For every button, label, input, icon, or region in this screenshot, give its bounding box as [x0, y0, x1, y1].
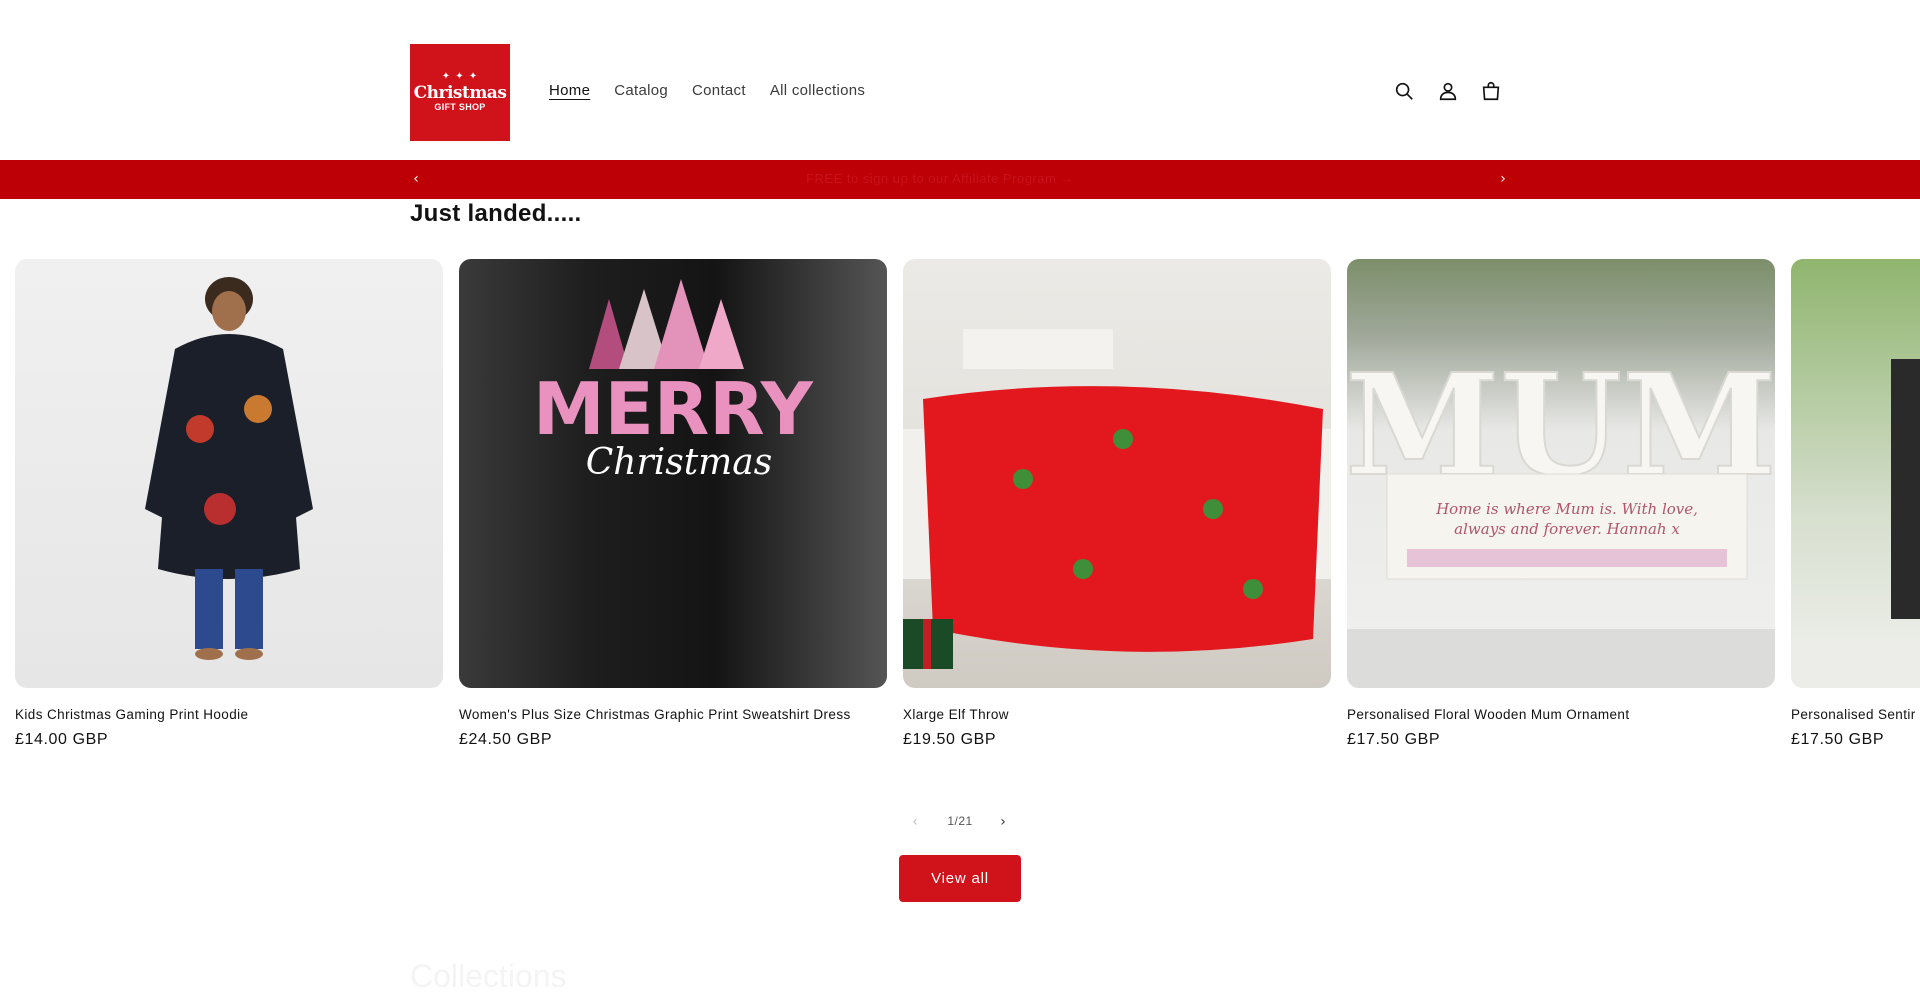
slider-next-button[interactable]: › [993, 812, 1013, 832]
product-price: £24.50 GBP [459, 731, 553, 748]
product-title[interactable]: Personalised Sentir [1791, 707, 1920, 722]
product-image[interactable] [903, 259, 1331, 688]
product-price: £14.00 GBP [15, 731, 109, 748]
product-image[interactable] [15, 259, 443, 688]
product-card[interactable]: Personalised Sentir £17.50 GBP [1791, 259, 1920, 749]
nav-item-home[interactable]: Home [549, 82, 590, 99]
nav-item-contact[interactable]: Contact [692, 82, 746, 99]
product-price: £17.50 GBP [1791, 731, 1885, 748]
store-logo[interactable]: ✦ ✦ ✦ Christmas GIFT SHOP [410, 44, 510, 141]
nav-item-catalog[interactable]: Catalog [614, 82, 668, 99]
slider-counter: 1/21 [947, 814, 973, 828]
sweatshirt-illustration: MERRY Christmas [533, 279, 814, 483]
sleigh-icon: ✦ ✦ ✦ [441, 71, 479, 82]
product-title[interactable]: Xlarge Elf Throw [903, 707, 1331, 722]
product-card[interactable]: MUM Home is where Mum is. With love, alw… [1347, 259, 1775, 749]
announcement-text[interactable]: FREE to sign up to our Affiliate Program… [0, 171, 1880, 186]
mum-ornament-illustration: MUM Home is where Mum is. With love, alw… [1347, 343, 1775, 688]
product-price: £17.50 GBP [1347, 731, 1441, 748]
product-title[interactable]: Kids Christmas Gaming Print Hoodie [15, 707, 443, 722]
frame-illustration [1791, 359, 1920, 688]
product-image[interactable]: MERRY Christmas [459, 259, 887, 688]
next-section-title: Collections [410, 958, 567, 993]
product-price: £19.50 GBP [903, 731, 997, 748]
ornament-message-line-1: Home is where Mum is. With love, [1435, 500, 1698, 518]
product-image[interactable]: MUM Home is where Mum is. With love, alw… [1347, 259, 1775, 688]
product-title[interactable]: Personalised Floral Wooden Mum Ornament [1347, 707, 1775, 722]
ornament-message-line-2: always and forever. Hannah x [1454, 520, 1680, 538]
hoodie-illustration [145, 277, 313, 660]
product-card[interactable]: Kids Christmas Gaming Print Hoodie £14.0… [15, 259, 443, 749]
logo-line-2: GIFT SHOP [434, 102, 486, 112]
account-icon[interactable] [1435, 78, 1461, 104]
section-title: Just landed..... [410, 200, 582, 227]
search-icon[interactable] [1391, 78, 1417, 104]
product-title[interactable]: Women's Plus Size Christmas Graphic Prin… [459, 707, 887, 722]
print-merry: MERRY [533, 367, 814, 451]
slider-controls: ‹ 1/21 › [900, 812, 1020, 832]
slider-prev-button[interactable]: ‹ [905, 812, 925, 832]
site-header: ✦ ✦ ✦ Christmas GIFT SHOP Home Catalog C… [0, 0, 1920, 160]
product-image[interactable] [1791, 259, 1920, 688]
cart-icon[interactable] [1478, 78, 1504, 104]
print-christmas: Christmas [586, 442, 772, 483]
logo-line-1: Christmas [413, 83, 507, 103]
view-all-button[interactable]: View all [899, 855, 1021, 902]
announcement-next-button[interactable]: › [1493, 168, 1513, 190]
main-nav: Home Catalog Contact All collections [549, 82, 889, 99]
nav-item-all-collections[interactable]: All collections [770, 82, 865, 99]
product-card[interactable]: MERRY Christmas Women's Plus Size Christ… [459, 259, 887, 749]
announcement-bar: ‹ FREE to sign up to our Affiliate Progr… [0, 160, 1920, 199]
throw-illustration [903, 329, 1331, 669]
product-card[interactable]: Xlarge Elf Throw £19.50 GBP [903, 259, 1331, 749]
